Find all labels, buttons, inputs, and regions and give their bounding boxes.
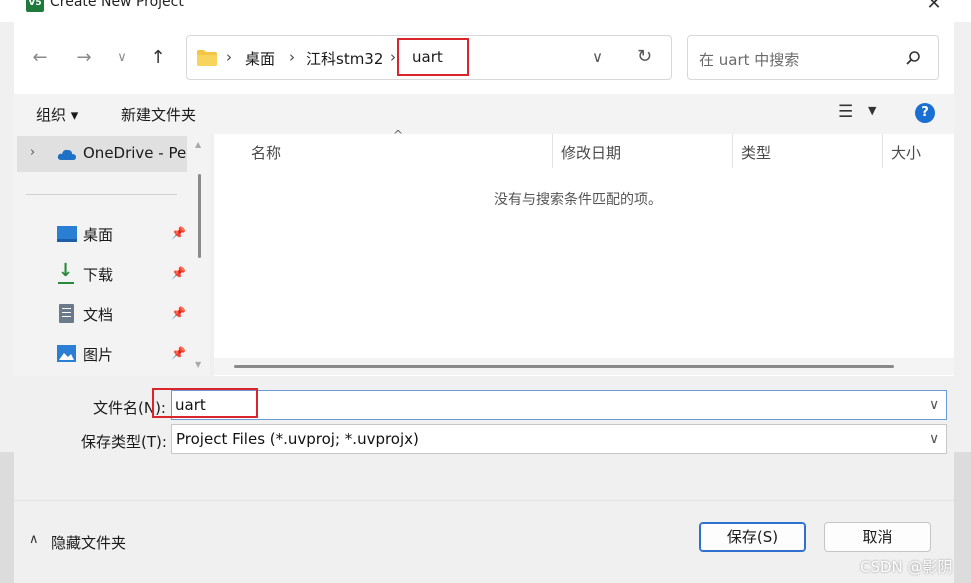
search-box[interactable]: 在 uart 中搜索 [687,35,939,80]
desktop-icon [57,226,77,242]
sidebar-item-desktop[interactable]: 桌面 📌 [17,218,187,250]
column-header-size[interactable]: 大小 [891,142,921,163]
breadcrumb-item-current[interactable]: uart [412,48,443,66]
search-placeholder: 在 uart 中搜索 [699,51,800,69]
chevron-down-icon[interactable]: ∨ [929,431,939,447]
help-icon[interactable]: ? [915,103,935,123]
document-icon [59,304,74,323]
background-window-right [954,452,971,583]
pin-icon: 📌 [171,306,186,320]
breadcrumb-item-desktop[interactable]: 桌面 [245,48,275,69]
cancel-button[interactable]: 取消 [824,522,931,552]
organize-menu[interactable]: 组织 ▾ [36,104,78,125]
download-icon-base [58,282,74,284]
scroll-down-icon[interactable]: ▼ [195,360,201,369]
hide-folders-toggle[interactable]: ∧ 隐藏文件夹 [29,532,149,554]
breadcrumb-item-folder[interactable]: 江科stm32 [306,48,383,69]
back-arrow-icon[interactable]: ← [28,46,52,70]
highlight-box [152,388,258,418]
pin-icon: 📌 [171,346,186,360]
save-button[interactable]: 保存(S) [699,522,806,552]
sidebar-item-label: 桌面 [83,226,114,244]
empty-results-message: 没有与搜索条件匹配的项。 [494,192,662,208]
sidebar-item-downloads[interactable]: ↓ 下载 📌 [17,258,187,290]
sidebar-item-pictures[interactable]: 图片 📌 [17,338,187,370]
refresh-icon[interactable]: ↻ [637,46,652,67]
column-separator[interactable] [882,134,883,168]
view-options-icon[interactable]: ☰ [838,102,853,122]
hide-folders-label: 隐藏文件夹 [51,534,127,552]
breadcrumb-separator: › [226,48,232,66]
sort-ascending-icon: ^ [393,128,404,142]
sidebar-item-onedrive[interactable]: › OneDrive - Per [17,136,187,172]
column-header-type[interactable]: 类型 [741,142,771,163]
column-separator[interactable] [732,134,733,168]
sidebar-item-documents[interactable]: 文档 📌 [17,298,187,330]
column-header-name[interactable]: 名称 [251,142,281,163]
filetype-value: Project Files (*.uvproj; *.uvprojx) [176,430,419,448]
close-icon[interactable]: ✕ [924,0,944,14]
expand-chevron-icon[interactable]: › [30,145,35,160]
dialog-footer [14,500,954,578]
picture-icon [57,345,76,362]
recent-locations-chevron-icon[interactable]: ∨ [110,46,134,70]
scroll-up-icon[interactable]: ▲ [195,140,201,149]
breadcrumb-separator: › [390,48,396,66]
window-title: Create New Project [50,0,184,10]
chevron-up-icon: ∧ [29,532,39,547]
scrollbar-thumb[interactable] [234,365,894,368]
column-separator[interactable] [552,134,553,168]
filename-combobox[interactable]: uart ∨ [171,390,947,420]
onedrive-cloud-icon [57,149,76,160]
pin-icon: 📌 [171,226,186,240]
file-list-pane [214,134,954,376]
app-icon: V5 [26,0,44,12]
forward-arrow-icon[interactable]: → [72,46,96,70]
sidebar-item-label: 下载 [83,266,114,284]
download-icon: ↓ [58,260,74,281]
address-dropdown-icon[interactable]: ∨ [592,48,603,66]
folder-icon [197,50,217,66]
sidebar-item-label: OneDrive - Per [83,144,187,162]
address-bar[interactable]: › 桌面 › 江科stm32 › uart ∨ ↻ [186,35,672,80]
sidebar-divider [26,194,177,195]
view-dropdown-icon[interactable]: ▼ [868,104,876,117]
filetype-label: 保存类型(T): [81,433,167,451]
sidebar-scrollbar[interactable]: ▲ ▼ [193,136,205,374]
scrollbar-thumb[interactable] [198,174,201,258]
breadcrumb-separator: › [289,48,295,66]
search-icon[interactable] [905,50,921,66]
up-arrow-icon[interactable]: ↑ [146,46,170,70]
horizontal-scrollbar[interactable] [214,358,954,375]
pin-icon: 📌 [171,266,186,280]
filetype-select[interactable]: Project Files (*.uvproj; *.uvprojx) ∨ [171,424,947,454]
title-bar: V5 Create New Project ✕ [0,0,971,22]
new-folder-button[interactable]: 新建文件夹 [121,104,196,125]
background-window [0,452,14,583]
column-header-date[interactable]: 修改日期 [561,142,621,163]
sidebar-item-label: 文档 [83,306,114,324]
sidebar-item-label: 图片 [83,346,114,364]
watermark: CSDN @影阴 [860,558,953,576]
chevron-down-icon[interactable]: ∨ [929,397,939,413]
